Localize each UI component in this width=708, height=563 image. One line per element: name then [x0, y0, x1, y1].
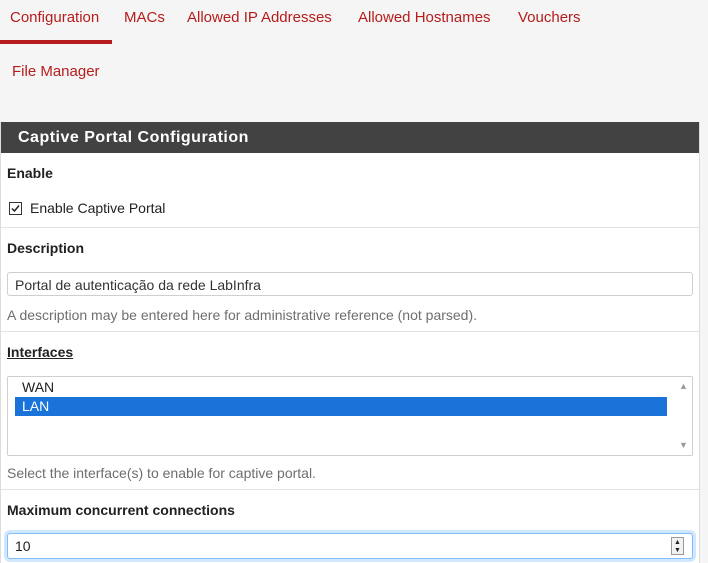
tab-allowed-ip-addresses[interactable]: Allowed IP Addresses — [187, 9, 332, 27]
tab-vouchers[interactable]: Vouchers — [518, 9, 581, 27]
divider — [1, 331, 699, 332]
active-tab-indicator — [0, 40, 112, 44]
interfaces-help: Select the interface(s) to enable for ca… — [7, 465, 316, 481]
description-label: Description — [7, 240, 85, 256]
interfaces-label: Interfaces — [7, 344, 74, 360]
tab-configuration[interactable]: Configuration — [10, 9, 99, 27]
interfaces-select[interactable]: WAN LAN ▲ ▼ — [7, 376, 693, 456]
max-connections-input[interactable]: 10 ▲ ▼ — [7, 533, 693, 559]
enable-captive-portal-label[interactable]: Enable Captive Portal — [30, 200, 165, 216]
interface-option-wan[interactable]: WAN — [15, 378, 667, 397]
tab-bar: Configuration MACs Allowed IP Addresses … — [0, 0, 708, 112]
checkmark-icon — [11, 205, 20, 213]
panel-title: Captive Portal Configuration — [18, 129, 249, 146]
scroll-down-icon[interactable]: ▼ — [679, 440, 688, 450]
listbox-scrollbar[interactable]: ▲ ▼ — [676, 378, 691, 454]
description-input[interactable]: Portal de autenticação da rede LabInfra — [7, 272, 693, 296]
tab-file-manager[interactable]: File Manager — [12, 63, 100, 81]
captive-portal-panel: Captive Portal Configuration Enable Enab… — [0, 122, 700, 563]
tab-macs[interactable]: MACs — [124, 9, 165, 27]
decrement-icon[interactable]: ▼ — [674, 547, 681, 554]
number-stepper[interactable]: ▲ ▼ — [671, 537, 684, 555]
panel-heading: Captive Portal Configuration — [1, 122, 699, 153]
max-connections-value: 10 — [15, 538, 31, 554]
enable-label: Enable — [7, 165, 53, 181]
description-help: A description may be entered here for ad… — [7, 307, 478, 323]
divider — [1, 489, 699, 490]
max-connections-label: Maximum concurrent connections — [7, 502, 235, 518]
tab-allowed-hostnames[interactable]: Allowed Hostnames — [358, 9, 491, 27]
scroll-up-icon[interactable]: ▲ — [679, 381, 688, 391]
increment-icon[interactable]: ▲ — [674, 539, 681, 546]
interface-option-lan[interactable]: LAN — [15, 397, 667, 416]
enable-captive-portal-checkbox[interactable] — [9, 202, 22, 215]
divider — [1, 227, 699, 228]
